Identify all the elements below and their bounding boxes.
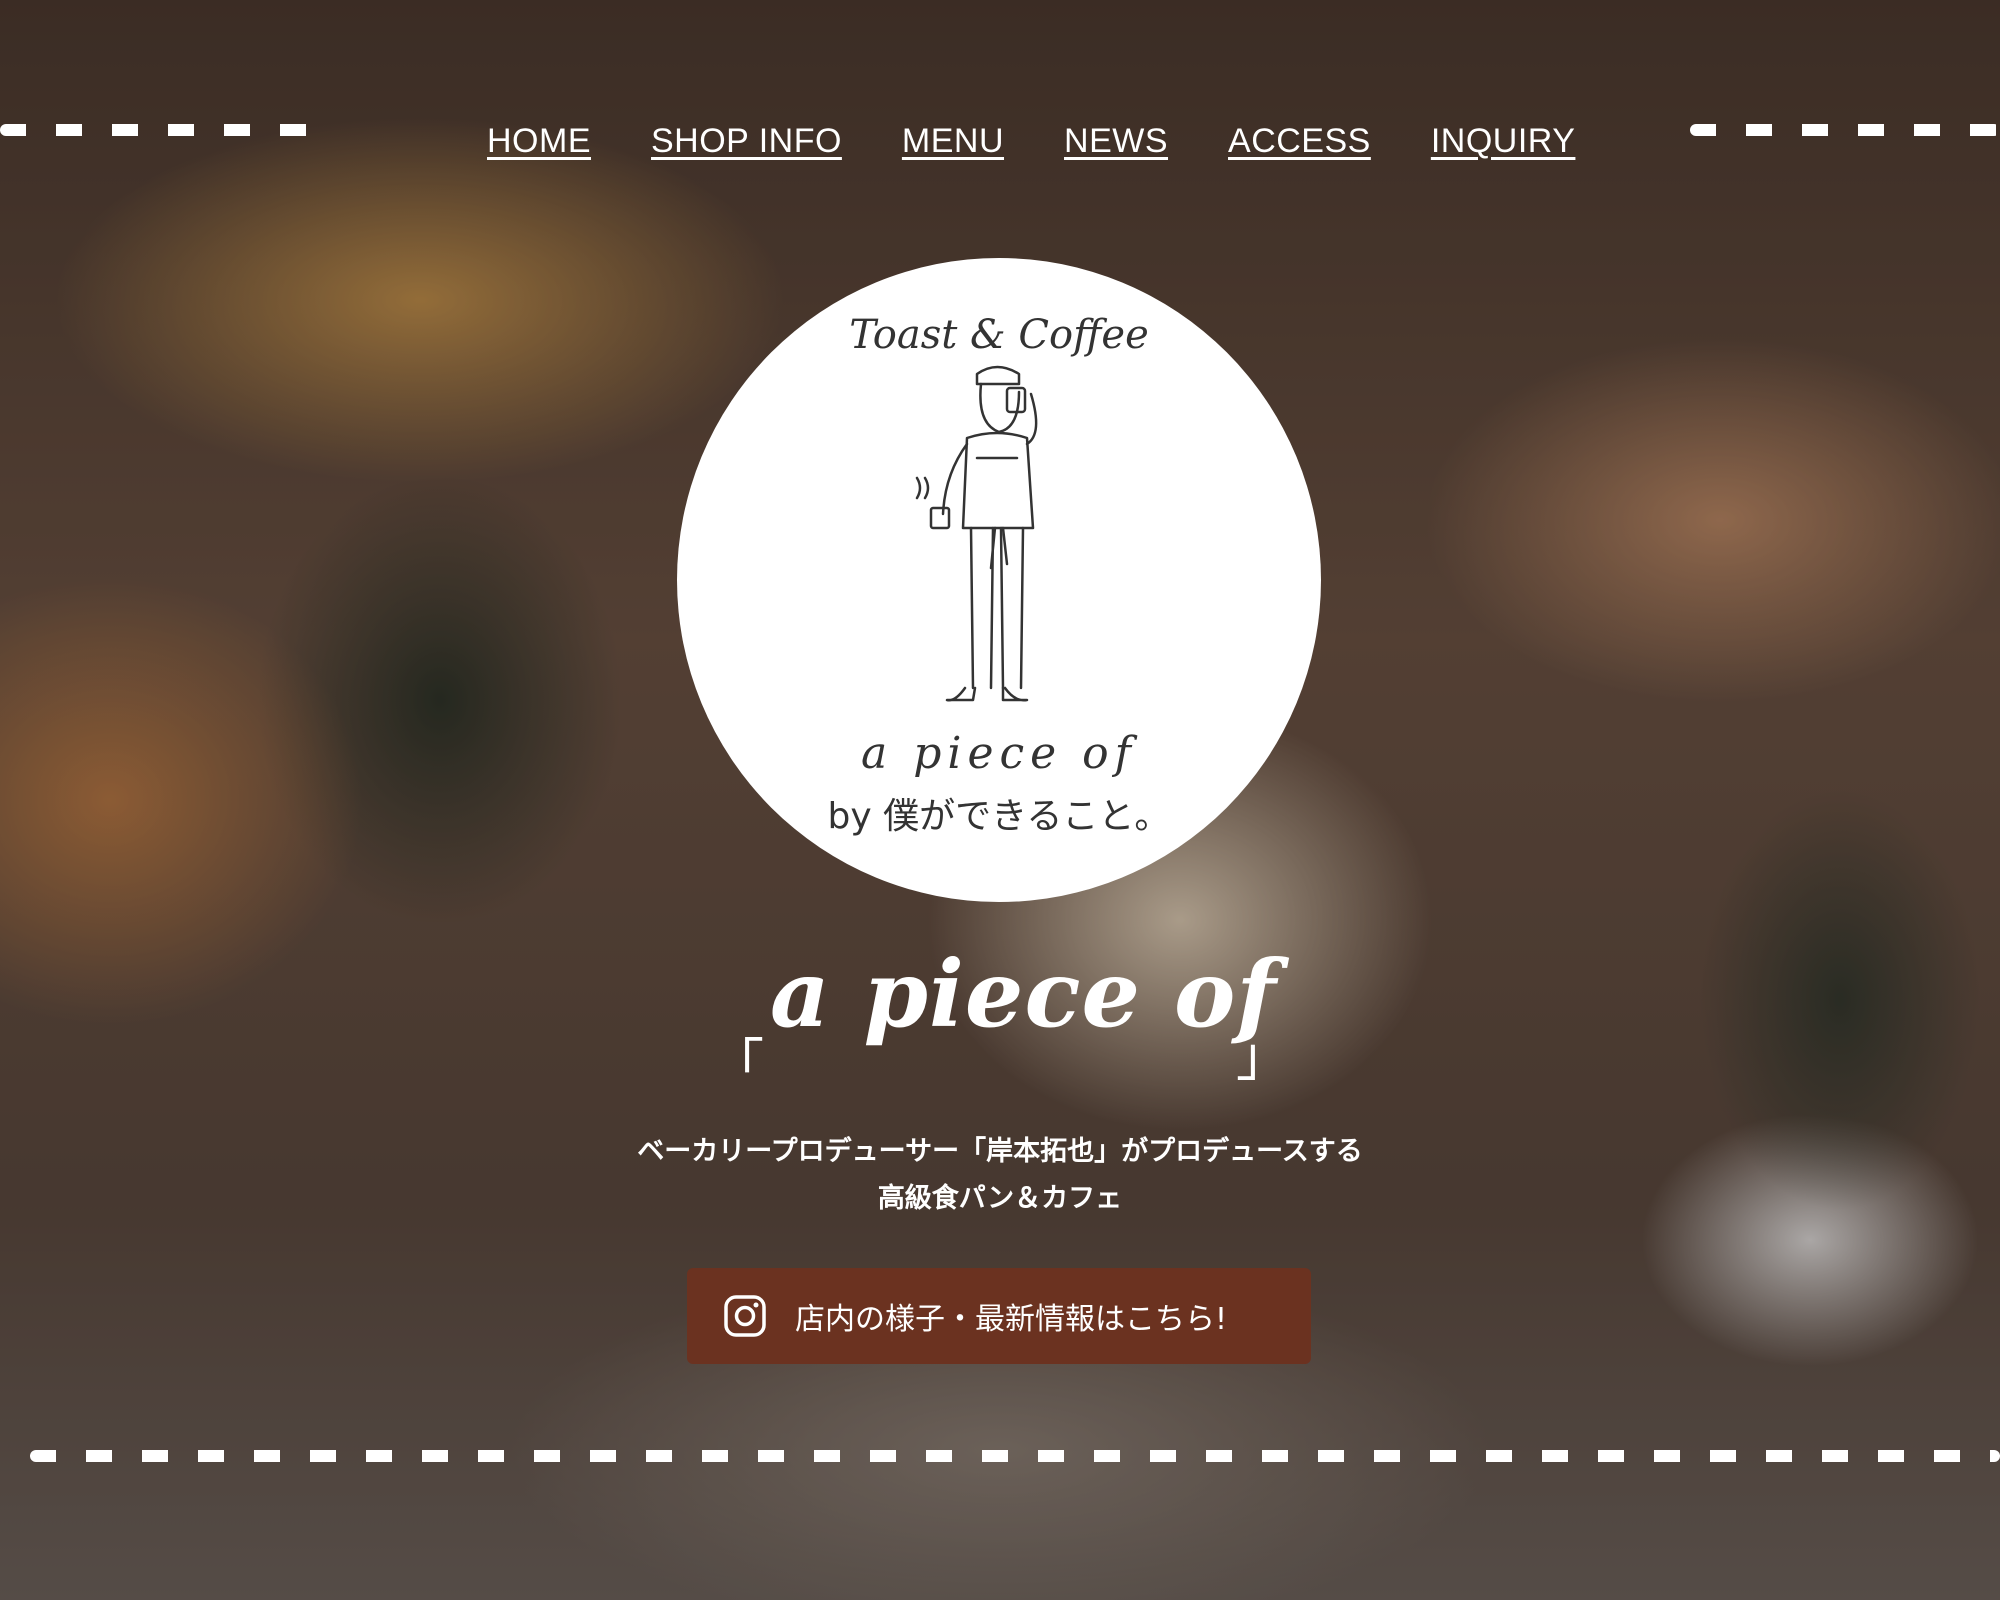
nav-item-home[interactable]: HOME: [487, 122, 591, 161]
decorative-dashed-line-top-left: [0, 124, 320, 136]
shop-logo: Toast & Coffee a piece of by 僕ができること。: [677, 258, 1321, 902]
instagram-button[interactable]: 店内の様子・最新情報はこちら!: [687, 1268, 1311, 1364]
instagram-icon: [724, 1295, 766, 1337]
nav-item-shop-info[interactable]: SHOP INFO: [651, 122, 842, 161]
hero-section: HOME SHOP INFO MENU NEWS ACCESS INQUIRY …: [0, 0, 2000, 1600]
nav-item-news[interactable]: NEWS: [1064, 122, 1168, 161]
barista-line-art: [915, 365, 1038, 702]
tagline-open-bracket: 「: [710, 1033, 764, 1096]
description-line-2: 高級食パン＆カフェ: [877, 1183, 1123, 1214]
logo-illustration: Toast & Coffee a piece of by 僕ができること。: [828, 312, 1171, 837]
description-line-1: ベーカリープロデューサー「岸本拓也」がプロデュースする: [637, 1136, 1363, 1167]
tagline: 「 a piece of 」: [710, 940, 1290, 1100]
logo-sub-text: by 僕ができること。: [828, 796, 1171, 837]
decorative-dashed-line-top-right: [1690, 124, 2000, 136]
tagline-close-bracket: 」: [1236, 1025, 1290, 1088]
decorative-dashed-line-bottom: [30, 1450, 2000, 1462]
logo-name-text: a piece of: [861, 728, 1138, 779]
nav-item-menu[interactable]: MENU: [902, 122, 1004, 161]
tagline-script: a piece of: [770, 940, 1277, 1048]
global-navigation: HOME SHOP INFO MENU NEWS ACCESS INQUIRY: [487, 122, 1575, 161]
nav-item-inquiry[interactable]: INQUIRY: [1431, 122, 1576, 161]
logo-top-text: Toast & Coffee: [849, 312, 1149, 358]
shop-description: ベーカリープロデューサー「岸本拓也」がプロデュースする 高級食パン＆カフェ: [500, 1128, 1500, 1222]
nav-item-access[interactable]: ACCESS: [1228, 122, 1371, 161]
instagram-button-label: 店内の様子・最新情報はこちら!: [795, 1302, 1228, 1337]
